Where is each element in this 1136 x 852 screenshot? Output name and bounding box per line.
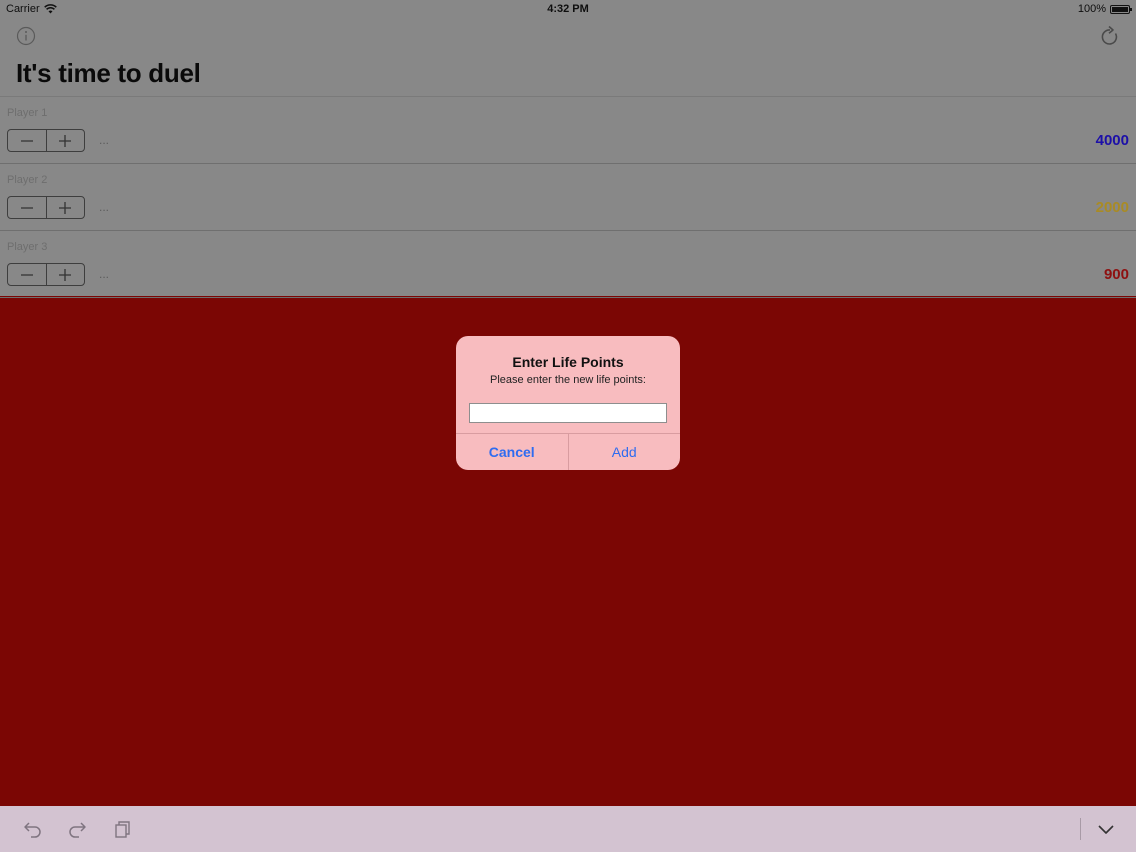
decrement-button[interactable] xyxy=(8,264,47,285)
life-points-stepper[interactable] xyxy=(7,129,85,152)
player-name: Player 2 xyxy=(7,174,48,186)
keyboard-shortcut-bar xyxy=(0,806,1136,852)
cancel-button[interactable]: Cancel xyxy=(456,434,569,470)
increment-button[interactable] xyxy=(47,264,85,285)
status-bar: Carrier 4:32 PM 100% xyxy=(0,0,1136,18)
battery-icon xyxy=(1110,4,1132,14)
plus-icon xyxy=(59,201,72,214)
battery-percent: 100% xyxy=(1077,3,1106,15)
increment-button[interactable] xyxy=(47,130,85,151)
player-life-points[interactable]: 2000 xyxy=(1096,199,1129,216)
chevron-down-icon[interactable] xyxy=(1096,820,1116,838)
plus-icon xyxy=(59,134,72,147)
undo-icon[interactable] xyxy=(23,820,43,838)
plus-icon xyxy=(59,268,72,281)
player-life-points[interactable]: 4000 xyxy=(1096,132,1129,149)
redo-icon[interactable] xyxy=(67,820,87,838)
minus-icon xyxy=(20,206,33,209)
alert-message: Please enter the new life points: xyxy=(490,374,646,386)
player-row[interactable]: Player 3 ... 900 xyxy=(0,231,1136,298)
decrement-button[interactable] xyxy=(8,130,47,151)
player-name: Player 1 xyxy=(7,107,48,119)
life-points-alert: Enter Life Points Please enter the new l… xyxy=(456,336,680,470)
player-name: Player 3 xyxy=(7,241,48,253)
minus-icon xyxy=(20,139,33,142)
player-list: Player 1 ... 4000 Player 2 ... 2000 Play… xyxy=(0,96,1136,298)
refresh-icon[interactable] xyxy=(1100,25,1120,47)
life-points-input[interactable] xyxy=(469,403,667,423)
minus-icon xyxy=(20,273,33,276)
player-detail: ... xyxy=(99,267,110,281)
decrement-button[interactable] xyxy=(8,197,47,218)
player-life-points[interactable]: 900 xyxy=(1104,266,1129,283)
alert-title: Enter Life Points xyxy=(512,354,624,370)
player-row[interactable]: Player 1 ... 4000 xyxy=(0,97,1136,164)
add-button[interactable]: Add xyxy=(569,434,681,470)
toolbar-divider xyxy=(1080,818,1081,840)
page-title: It's time to duel xyxy=(16,58,201,88)
app-content: Carrier 4:32 PM 100% It's time to duel P… xyxy=(0,0,1136,298)
copy-icon[interactable] xyxy=(113,820,133,838)
player-detail: ... xyxy=(99,133,110,147)
player-detail: ... xyxy=(99,200,110,214)
info-icon[interactable] xyxy=(16,26,36,46)
alert-actions: Cancel Add xyxy=(456,433,680,470)
navigation-bar: It's time to duel xyxy=(0,18,1136,96)
player-row[interactable]: Player 2 ... 2000 xyxy=(0,164,1136,231)
increment-button[interactable] xyxy=(47,197,85,218)
status-time: 4:32 PM xyxy=(547,3,589,15)
life-points-stepper[interactable] xyxy=(7,196,85,219)
life-points-stepper[interactable] xyxy=(7,263,85,286)
